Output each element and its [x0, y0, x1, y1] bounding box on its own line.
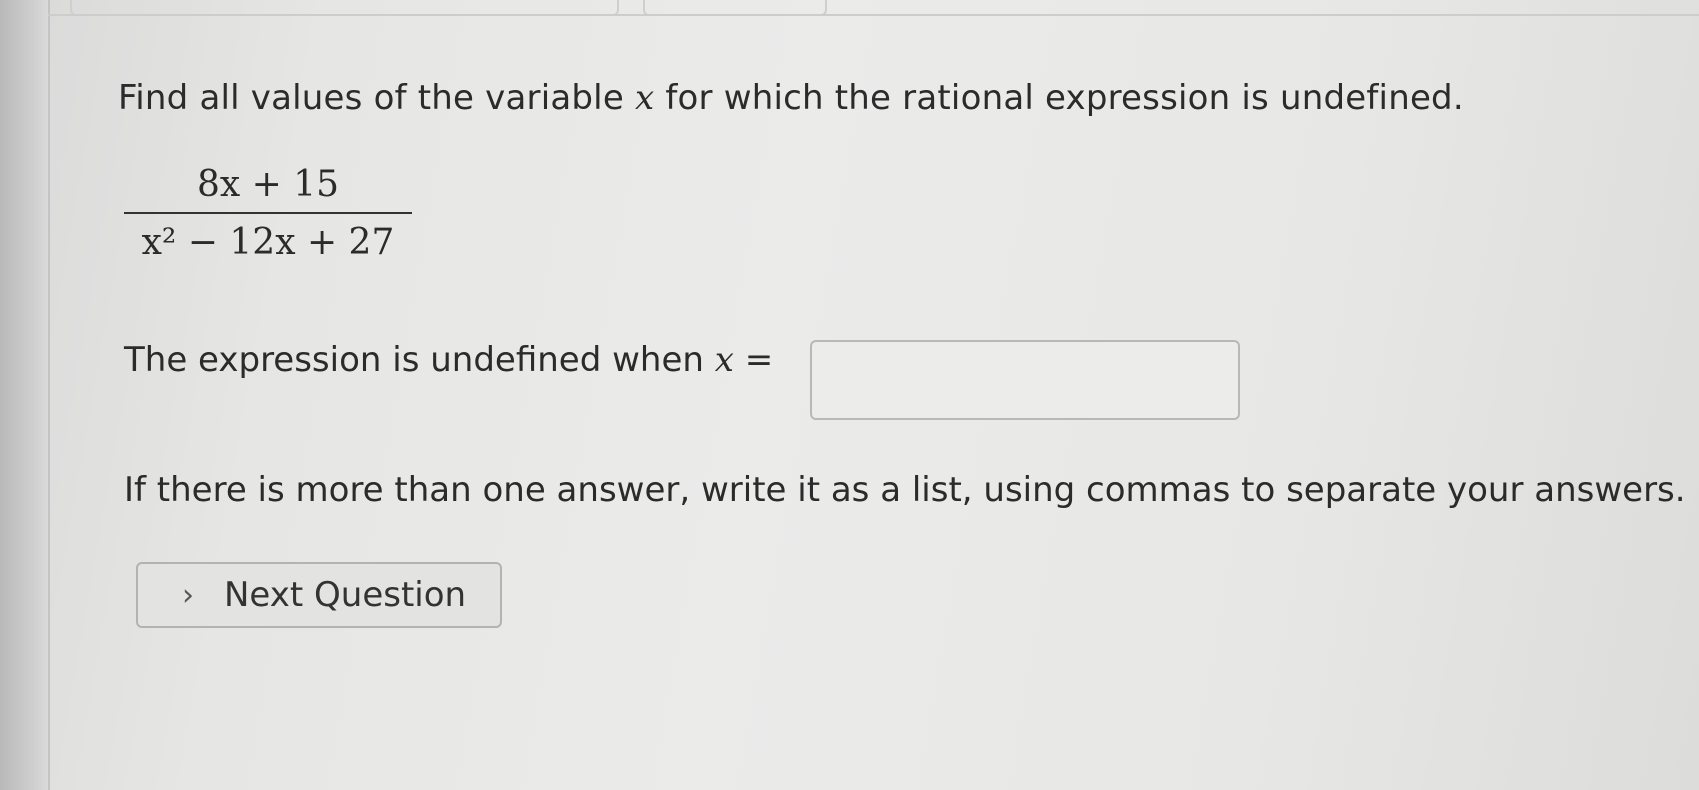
prompt-text-start: Find all values of the variable [118, 78, 624, 118]
expression-numerator: 8x + 15 [196, 164, 340, 205]
answer-variable: x [714, 340, 734, 380]
chevron-right-icon: › [182, 577, 194, 613]
fraction-bar [124, 212, 412, 214]
screen-left-edge [0, 0, 50, 790]
answer-instructions: If there is more than one answer, write … [124, 470, 1686, 510]
equals-sign: = [744, 340, 774, 380]
next-question-label: Next Question [224, 575, 467, 615]
answer-label-text: The expression is undefined when [124, 340, 704, 380]
prompt-variable: x [634, 78, 655, 118]
answer-label: The expression is undefined when x = [124, 340, 773, 380]
rational-expression: 8x + 15 x² − 12x + 27 [124, 162, 412, 266]
expression-denominator: x² − 12x + 27 [141, 222, 395, 263]
answer-input[interactable] [810, 340, 1240, 420]
prompt-text-end: for which the rational expression is und… [665, 78, 1464, 118]
question-prompt: Find all values of the variable x for wh… [118, 78, 1464, 118]
top-divider [48, 14, 1699, 16]
next-question-button[interactable]: › Next Question [136, 562, 502, 628]
